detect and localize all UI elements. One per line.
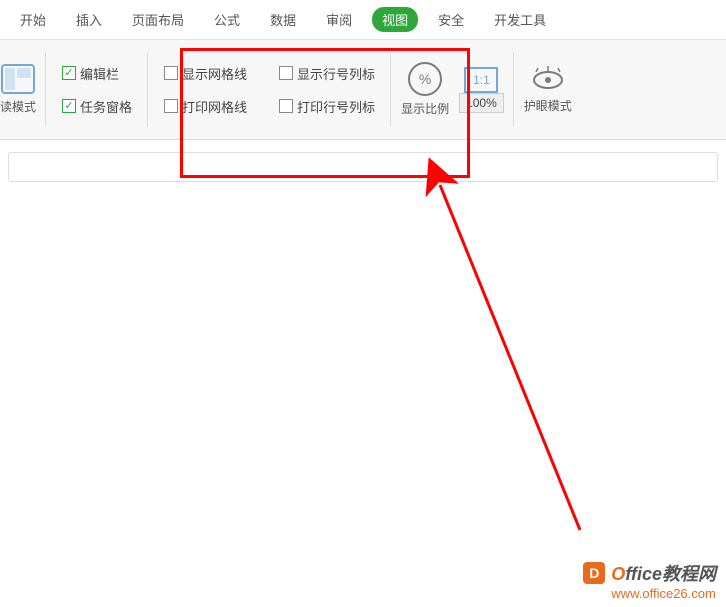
checkbox-print-gridlines[interactable]: 打印网格线: [164, 97, 247, 116]
check-icon: [62, 99, 76, 113]
ratio-icon[interactable]: 1:1: [464, 67, 498, 93]
tab-view[interactable]: 视图: [372, 7, 418, 32]
group-show-panes: 编辑栏 任务窗格: [46, 40, 148, 139]
print-headings-label: 打印行号列标: [297, 97, 375, 116]
watermark-brand: Office教程网: [611, 560, 716, 586]
formula-bar-label: 编辑栏: [80, 64, 119, 83]
watermark-logo-icon: D: [583, 562, 605, 584]
tab-security[interactable]: 安全: [428, 4, 474, 35]
show-headings-label: 显示行号列标: [297, 64, 375, 83]
zoom-100-button[interactable]: 100%: [459, 93, 504, 113]
tab-data[interactable]: 数据: [260, 4, 306, 35]
checkbox-show-headings[interactable]: 显示行号列标: [279, 64, 375, 83]
group-headings: 显示行号列标 打印行号列标: [263, 40, 391, 139]
tab-insert[interactable]: 插入: [66, 4, 112, 35]
tab-formula[interactable]: 公式: [204, 4, 250, 35]
check-icon: [164, 66, 178, 80]
check-icon: [279, 99, 293, 113]
watermark: D Office教程网 www.office26.com: [583, 560, 716, 601]
watermark-url: www.office26.com: [611, 586, 716, 601]
group-zoom: % 显示比例 1:1 100%: [391, 40, 514, 139]
tab-dev-tools[interactable]: 开发工具: [484, 4, 556, 35]
group-eye-mode: 护眼模式: [514, 40, 582, 139]
checkbox-task-pane[interactable]: 任务窗格: [62, 97, 132, 116]
check-icon: [62, 66, 76, 80]
eye-icon[interactable]: [528, 66, 568, 93]
formula-bar-input[interactable]: [8, 152, 718, 182]
reading-mode-icon[interactable]: [1, 64, 35, 94]
menu-tabs: 开始 插入 页面布局 公式 数据 审阅 视图 安全 开发工具: [0, 0, 726, 40]
group-gridlines: 显示网格线 打印网格线: [148, 40, 263, 139]
checkbox-formula-bar[interactable]: 编辑栏: [62, 64, 132, 83]
print-gridlines-label: 打印网格线: [182, 97, 247, 116]
task-pane-label: 任务窗格: [80, 97, 132, 116]
tab-page-layout[interactable]: 页面布局: [122, 4, 194, 35]
zoom-ratio-label: 显示比例: [401, 100, 449, 117]
reading-mode-label: 读模式: [0, 98, 36, 115]
show-gridlines-label: 显示网格线: [182, 64, 247, 83]
tab-start[interactable]: 开始: [10, 4, 56, 35]
check-icon: [279, 66, 293, 80]
eye-mode-label: 护眼模式: [524, 97, 572, 114]
check-icon: [164, 99, 178, 113]
group-reading-mode: 读模式: [0, 40, 46, 139]
tab-review[interactable]: 审阅: [316, 4, 362, 35]
checkbox-print-headings[interactable]: 打印行号列标: [279, 97, 375, 116]
checkbox-show-gridlines[interactable]: 显示网格线: [164, 64, 247, 83]
ribbon: 读模式 编辑栏 任务窗格 显示网格线 打印网格线: [0, 40, 726, 140]
percent-icon[interactable]: %: [408, 62, 442, 96]
